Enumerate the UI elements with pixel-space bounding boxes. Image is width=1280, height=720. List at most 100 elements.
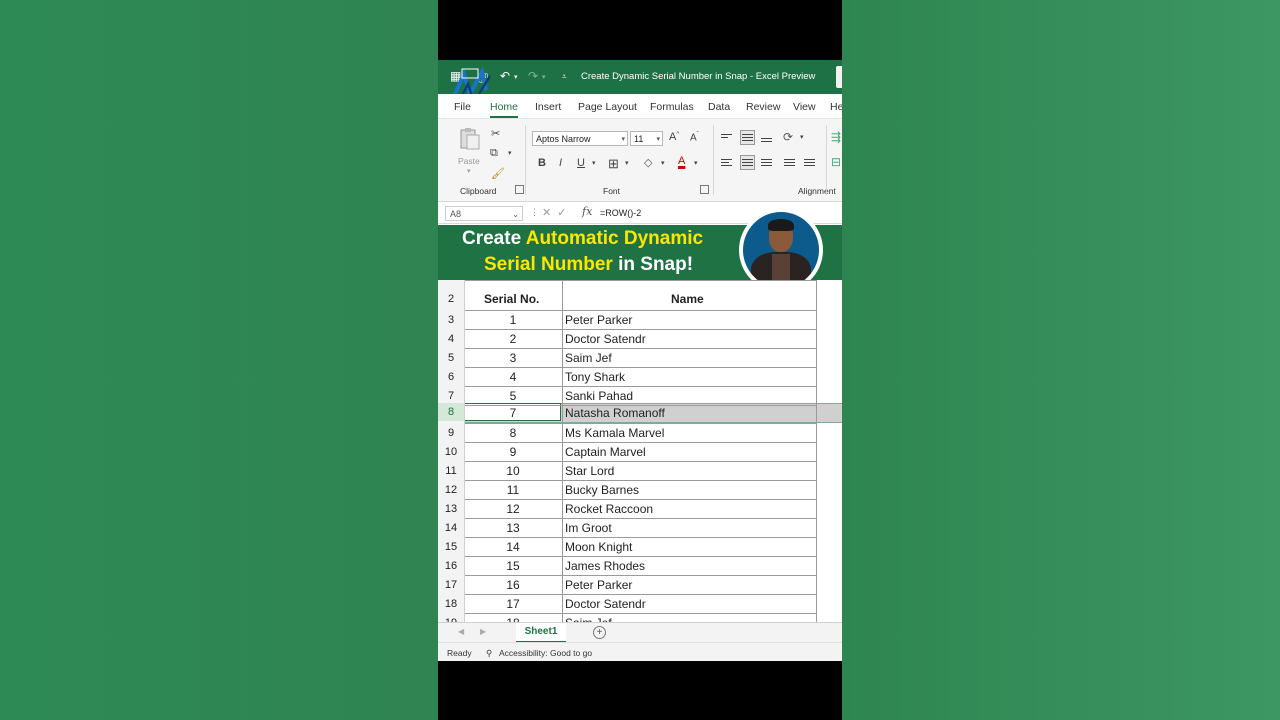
name-cell[interactable]: Bucky Barnes [565, 483, 639, 497]
copy-icon[interactable]: ⧉ [490, 147, 498, 160]
copy-dropdown-icon[interactable]: ▾ [508, 149, 512, 157]
serial-cell[interactable]: 15 [464, 559, 562, 573]
orientation-icon[interactable]: ⟳ [783, 130, 793, 144]
increase-font-icon[interactable]: A^ [669, 131, 679, 143]
fill-color-icon[interactable]: ◇ [644, 156, 652, 169]
next-sheet-icon[interactable]: ▶ [480, 627, 486, 636]
align-top-icon[interactable] [721, 132, 732, 140]
align-middle-icon[interactable] [740, 130, 755, 145]
paste-button[interactable]: Paste [458, 156, 480, 166]
serial-cell[interactable]: 5 [464, 389, 562, 403]
orientation-dropdown-icon[interactable]: ▾ [800, 133, 804, 141]
cancel-confirm-icons[interactable]: ✕✓ [542, 206, 572, 219]
row-header[interactable]: 13 [438, 503, 464, 515]
format-painter-icon[interactable]: 🖌 [491, 167, 505, 180]
serial-cell[interactable]: 1 [464, 313, 562, 327]
paste-icon[interactable] [458, 127, 482, 150]
name-cell[interactable]: Doctor Satendr [565, 332, 646, 346]
fill-color-dropdown-icon[interactable]: ▾ [661, 159, 665, 167]
name-cell[interactable]: Tony Shark [565, 370, 625, 384]
row-header[interactable]: 15 [438, 541, 464, 553]
redo-icon[interactable]: ↷ [528, 69, 538, 83]
underline-button[interactable]: U [577, 157, 585, 169]
serial-cell[interactable]: 12 [464, 502, 562, 516]
font-color-icon[interactable]: A [678, 155, 685, 167]
name-cell[interactable]: Moon Knight [565, 540, 632, 554]
tab-review[interactable]: Review [746, 101, 780, 113]
name-cell[interactable]: Rocket Raccoon [565, 502, 653, 516]
serial-cell[interactable]: 2 [464, 332, 562, 346]
wrap-text-icon[interactable]: ⇶ [831, 130, 841, 144]
row-header[interactable]: 8 [438, 403, 464, 421]
serial-cell[interactable]: 11 [464, 483, 562, 497]
name-cell[interactable]: Ms Kamala Marvel [565, 426, 664, 440]
name-cell[interactable]: Sanki Pahad [565, 389, 633, 403]
row-header[interactable]: 5 [438, 352, 464, 364]
undo-dropdown-icon[interactable]: ▾ [514, 73, 518, 81]
serial-cell[interactable]: 3 [464, 351, 562, 365]
tab-page-layout[interactable]: Page Layout [578, 101, 637, 113]
serial-cell[interactable]: 10 [464, 464, 562, 478]
borders-icon[interactable]: ⊞ [608, 156, 619, 172]
paste-dropdown-icon[interactable]: ▾ [467, 167, 471, 175]
add-sheet-icon[interactable]: + [593, 626, 606, 639]
search-box[interactable] [836, 66, 842, 88]
align-left-icon[interactable] [721, 157, 732, 168]
prev-sheet-icon[interactable]: ◀ [458, 627, 464, 636]
align-right-icon[interactable] [761, 157, 772, 168]
name-box[interactable]: A8 ⌄ [445, 206, 523, 221]
serial-cell[interactable]: 7 [464, 406, 562, 420]
name-cell[interactable]: Doctor Satendr [565, 597, 646, 611]
tab-home[interactable]: Home [490, 101, 519, 118]
tab-file[interactable]: File [454, 101, 471, 113]
serial-cell[interactable]: 14 [464, 540, 562, 554]
tab-data[interactable]: Data [708, 101, 730, 113]
spreadsheet-grid[interactable]: 2 Serial No. Name 3 1 Peter Parker 4 2 Doctor Sa… [438, 280, 842, 622]
serial-cell[interactable]: 4 [464, 370, 562, 384]
row-header[interactable]: 6 [438, 371, 464, 383]
underline-dropdown-icon[interactable]: ▾ [592, 159, 596, 167]
increase-indent-icon[interactable] [804, 157, 815, 168]
serial-cell[interactable]: 13 [464, 521, 562, 535]
merge-center-icon[interactable]: ⊟ [831, 155, 841, 169]
align-center-icon[interactable] [740, 155, 755, 170]
name-cell[interactable]: Peter Parker [565, 578, 632, 592]
tab-view[interactable]: View [793, 101, 816, 113]
row-header[interactable]: 18 [438, 598, 464, 610]
name-cell[interactable]: Captain Marvel [565, 445, 646, 459]
font-color-dropdown-icon[interactable]: ▾ [694, 159, 698, 167]
row-header[interactable]: 7 [438, 390, 464, 402]
clipboard-launcher-icon[interactable] [515, 185, 524, 194]
header-name[interactable]: Name [671, 292, 704, 306]
row-header[interactable]: 10 [438, 446, 464, 458]
serial-cell[interactable]: 9 [464, 445, 562, 459]
undo-icon[interactable]: ↶ [500, 69, 510, 83]
more-options-icon[interactable]: ⋮ [530, 207, 539, 218]
sheet-tab-sheet1[interactable]: Sheet1 [516, 623, 566, 643]
redo-dropdown-icon[interactable]: ▾ [542, 73, 546, 81]
insert-function-icon[interactable]: fx [582, 205, 592, 218]
serial-cell[interactable]: 16 [464, 578, 562, 592]
row-header[interactable]: 12 [438, 484, 464, 496]
header-serial-no[interactable]: Serial No. [484, 292, 539, 306]
row-header[interactable]: 4 [438, 333, 464, 345]
formula-input[interactable]: =ROW()-2 [600, 208, 641, 218]
name-cell[interactable]: Star Lord [565, 464, 614, 478]
tab-formulas[interactable]: Formulas [650, 101, 694, 113]
row-header[interactable]: 14 [438, 522, 464, 534]
row-header[interactable]: 17 [438, 579, 464, 591]
decrease-font-icon[interactable]: Aˇ [690, 132, 699, 143]
font-size-select[interactable]: 11 ▾ [630, 131, 663, 146]
name-cell[interactable]: Im Groot [565, 521, 612, 535]
italic-button[interactable]: I [559, 157, 562, 169]
row-header[interactable]: 16 [438, 560, 464, 572]
font-name-select[interactable]: Aptos Narrow ▾ [532, 131, 628, 146]
font-launcher-icon[interactable] [700, 185, 709, 194]
bold-button[interactable]: B [538, 157, 546, 169]
align-bottom-icon[interactable] [761, 136, 772, 144]
accessibility-status[interactable]: Accessibility: Good to go [499, 648, 592, 658]
decrease-indent-icon[interactable] [784, 157, 795, 168]
borders-dropdown-icon[interactable]: ▾ [625, 159, 629, 167]
row-header[interactable]: 11 [438, 465, 464, 477]
customize-toolbar-icon[interactable]: ⩡ [562, 72, 567, 82]
